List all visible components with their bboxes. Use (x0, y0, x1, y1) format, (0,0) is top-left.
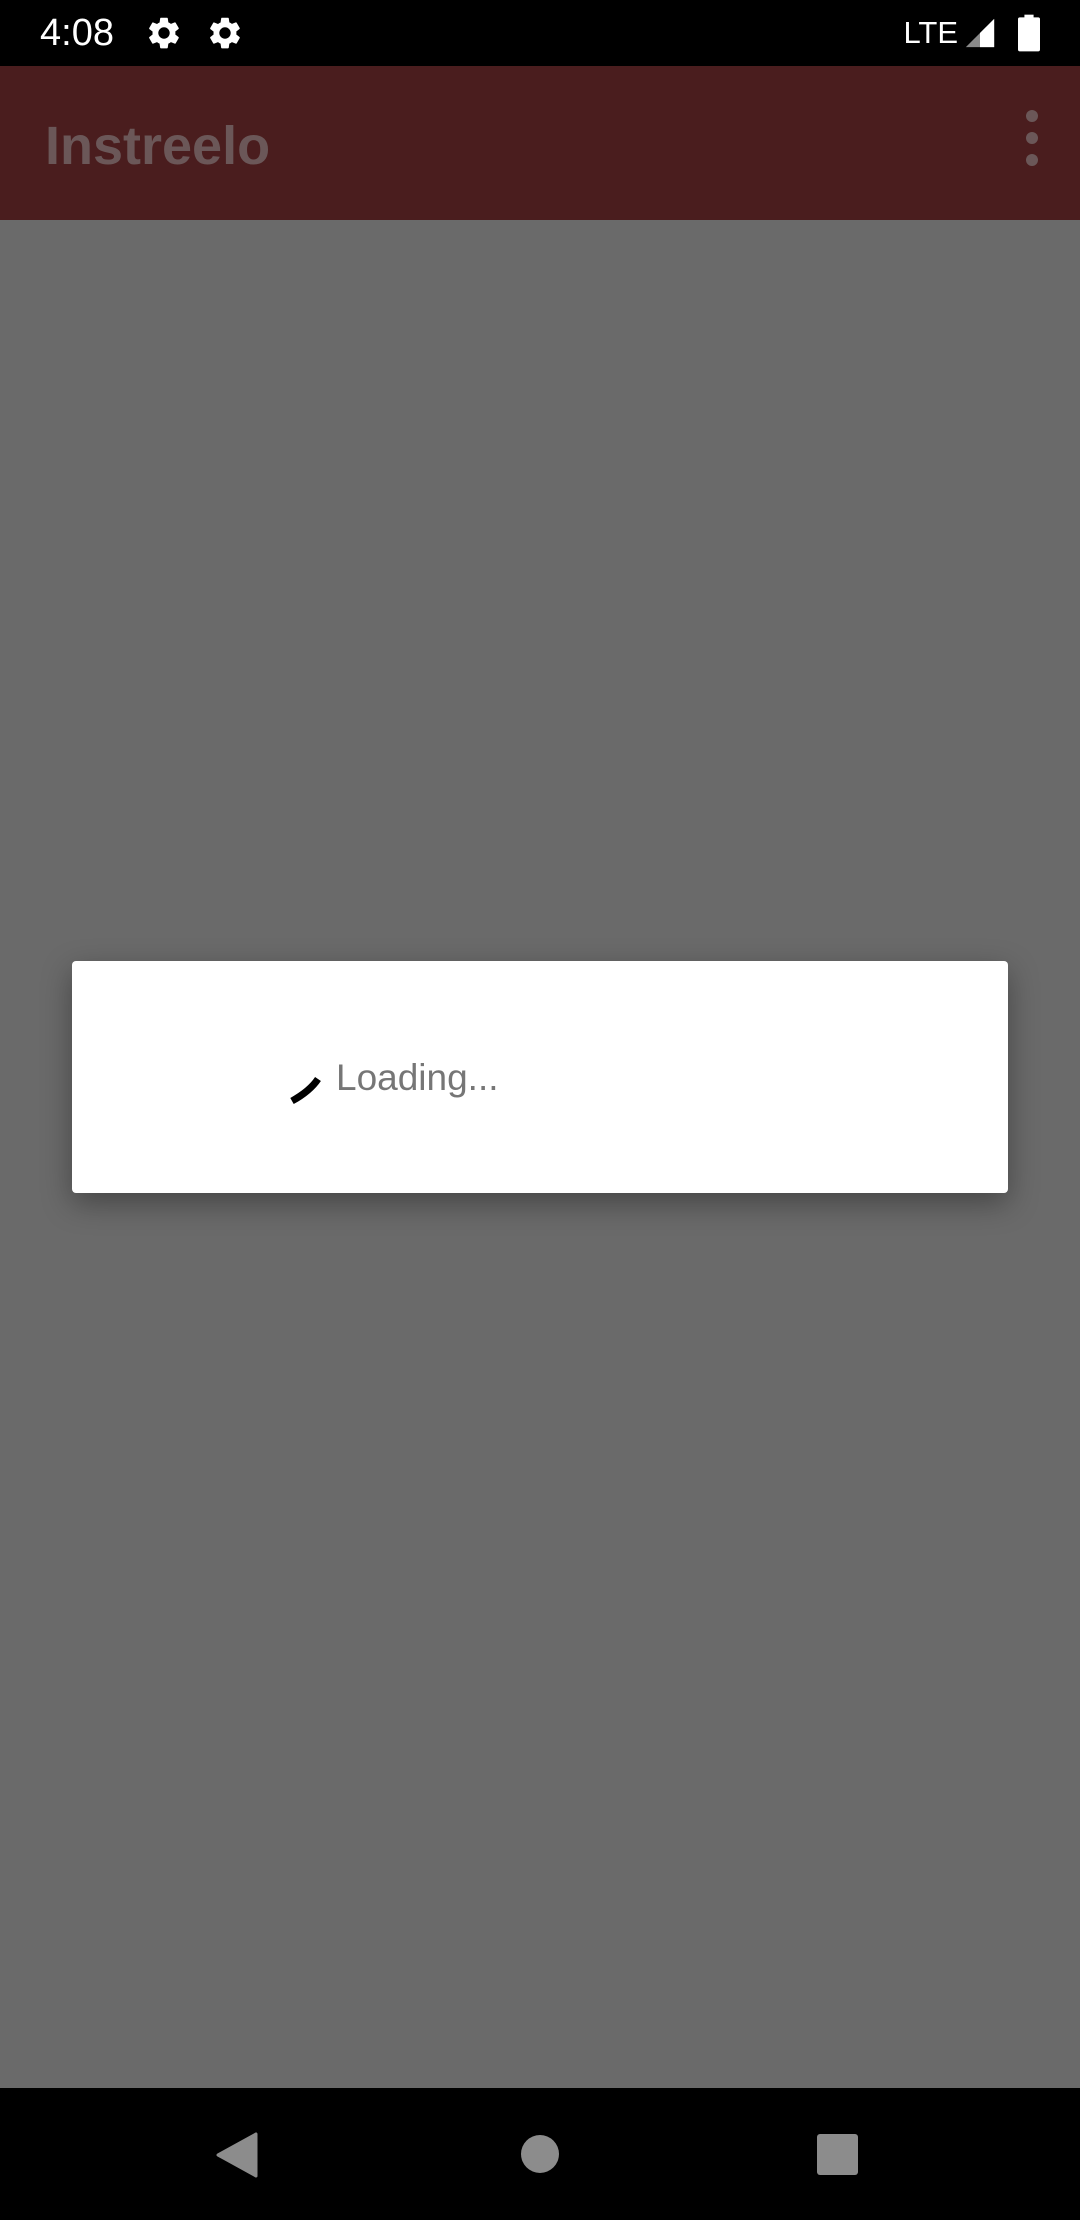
app-title: Instreelo (45, 116, 271, 176)
loading-dialog: Loading... (72, 961, 1008, 1193)
status-time: 4:08 (40, 12, 114, 54)
screen: 4:08 LTE Instreelo Loading... (0, 0, 1080, 2220)
loading-message: Loading... (336, 1057, 499, 1098)
recents-icon[interactable] (817, 2134, 858, 2175)
more-vert-icon[interactable] (1012, 108, 1052, 168)
back-icon[interactable] (216, 2132, 258, 2178)
battery-icon (1018, 14, 1040, 52)
status-bar: 4:08 LTE (0, 0, 1080, 66)
settings-icon (210, 17, 240, 49)
signal-icon (965, 18, 995, 48)
navigation-bar (0, 2088, 1080, 2220)
settings-icon (149, 17, 179, 49)
app-bar: Instreelo (0, 66, 1080, 220)
home-icon[interactable] (521, 2135, 559, 2173)
network-type: LTE (903, 15, 958, 50)
